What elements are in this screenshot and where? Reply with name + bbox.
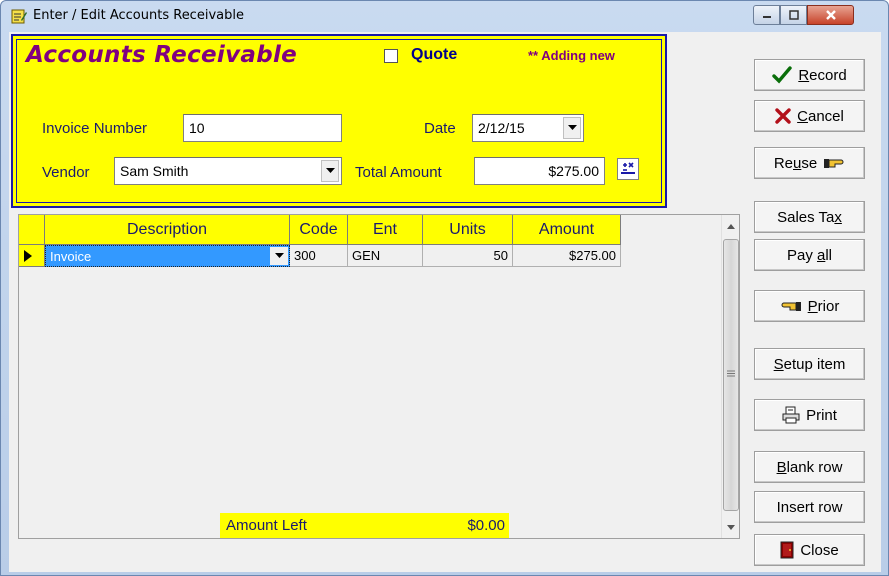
total-amount-field[interactable]: $275.00 <box>474 157 605 185</box>
setup-item-label: Setup item <box>773 355 846 373</box>
print-label: Print <box>806 406 837 424</box>
code-cell[interactable]: 300 <box>290 245 348 267</box>
column-header-code[interactable]: Code <box>290 215 348 245</box>
checkmark-icon <box>772 66 793 84</box>
record-label: Record <box>798 66 847 84</box>
amount-left-value: $0.00 <box>467 517 505 534</box>
line-items-grid[interactable]: Description Code Ent Units Amount Invoic… <box>18 214 740 539</box>
reuse-button[interactable]: Reuse <box>754 147 865 179</box>
column-header-amount[interactable]: Amount <box>513 215 621 245</box>
date-dropdown-button[interactable] <box>563 117 581 139</box>
amount-left-bar: Amount Left $0.00 <box>220 513 509 538</box>
chevron-down-icon <box>325 168 335 173</box>
column-header-description[interactable]: Description <box>45 215 290 245</box>
minimize-button[interactable] <box>753 5 780 25</box>
scrollbar-thumb[interactable] <box>723 239 739 511</box>
x-mark-icon <box>775 108 791 124</box>
chevron-down-icon <box>274 253 284 258</box>
reuse-label: Reuse <box>773 154 818 172</box>
description-dropdown-button[interactable] <box>270 247 288 265</box>
calculator-button[interactable] <box>617 158 639 180</box>
maximize-button[interactable] <box>780 5 807 25</box>
cancel-label: Cancel <box>797 107 844 125</box>
insert-row-button[interactable]: Insert row <box>754 491 865 523</box>
minimize-icon <box>762 16 771 18</box>
blank-row-button[interactable]: Blank row <box>754 451 865 483</box>
vendor-label: Vendor <box>42 164 90 181</box>
window-title: Enter / Edit Accounts Receivable <box>33 8 244 23</box>
ent-cell[interactable]: GEN <box>348 245 423 267</box>
printer-icon <box>782 406 800 424</box>
chevron-down-icon <box>567 125 577 130</box>
date-field[interactable]: 2/12/15 <box>472 114 584 142</box>
grid-vertical-scrollbar[interactable] <box>721 215 739 538</box>
column-header-units[interactable]: Units <box>423 215 513 245</box>
blank-row-label: Blank row <box>776 458 843 476</box>
pointing-hand-right-icon <box>824 159 844 168</box>
prior-label: Prior <box>807 297 840 315</box>
vendor-combobox[interactable]: Sam Smith <box>114 157 342 185</box>
title-bar[interactable]: Enter / Edit Accounts Receivable <box>1 1 888 31</box>
scroll-down-icon[interactable] <box>727 525 735 530</box>
date-label: Date <box>424 120 456 137</box>
vendor-dropdown-button[interactable] <box>321 160 339 182</box>
insert-row-label: Insert row <box>776 498 843 516</box>
print-button[interactable]: Print <box>754 399 865 431</box>
pay-all-label: Pay all <box>786 246 833 264</box>
maximize-icon <box>788 10 799 20</box>
description-value: Invoice <box>50 248 92 264</box>
prior-button[interactable]: Prior <box>754 290 865 322</box>
close-window-button[interactable] <box>807 5 854 25</box>
sales-tax-button[interactable]: Sales Tax <box>754 201 865 233</box>
current-row-arrow-icon <box>24 249 32 262</box>
cancel-button[interactable]: Cancel <box>754 100 865 132</box>
vendor-value: Sam Smith <box>120 163 189 179</box>
close-icon <box>825 10 836 20</box>
total-amount-label: Total Amount <box>355 164 442 181</box>
invoice-number-label: Invoice Number <box>42 120 148 137</box>
description-cell[interactable]: Invoice <box>45 245 290 267</box>
form-title: Accounts Receivable <box>26 42 298 68</box>
row-indicator[interactable] <box>19 245 45 267</box>
calculator-icon <box>621 162 635 174</box>
pay-all-button[interactable]: Pay all <box>754 239 865 271</box>
table-row[interactable]: Invoice 300 GEN 50 $275.00 <box>19 245 621 267</box>
pointing-hand-left-icon <box>781 302 801 311</box>
close-label: Close <box>800 541 839 559</box>
amount-left-label: Amount Left <box>226 517 307 534</box>
record-button[interactable]: Record <box>754 59 865 91</box>
quote-label[interactable]: Quote <box>411 46 457 64</box>
sales-tax-label: Sales Tax <box>777 208 842 226</box>
row-header-corner <box>19 215 45 245</box>
door-icon <box>780 541 794 559</box>
grid-header: Description Code Ent Units Amount <box>19 215 621 245</box>
status-label: ** Adding new <box>528 48 615 63</box>
units-cell[interactable]: 50 <box>423 245 513 267</box>
grip-icon <box>727 370 735 377</box>
app-icon <box>11 9 27 24</box>
scroll-up-icon[interactable] <box>727 224 735 229</box>
amount-cell[interactable]: $275.00 <box>513 245 621 267</box>
date-value: 2/12/15 <box>478 120 525 136</box>
quote-checkbox[interactable] <box>384 49 398 63</box>
invoice-number-field[interactable]: 10 <box>183 114 342 142</box>
setup-item-button[interactable]: Setup item <box>754 348 865 380</box>
column-header-ent[interactable]: Ent <box>348 215 423 245</box>
close-button[interactable]: Close <box>754 534 865 566</box>
